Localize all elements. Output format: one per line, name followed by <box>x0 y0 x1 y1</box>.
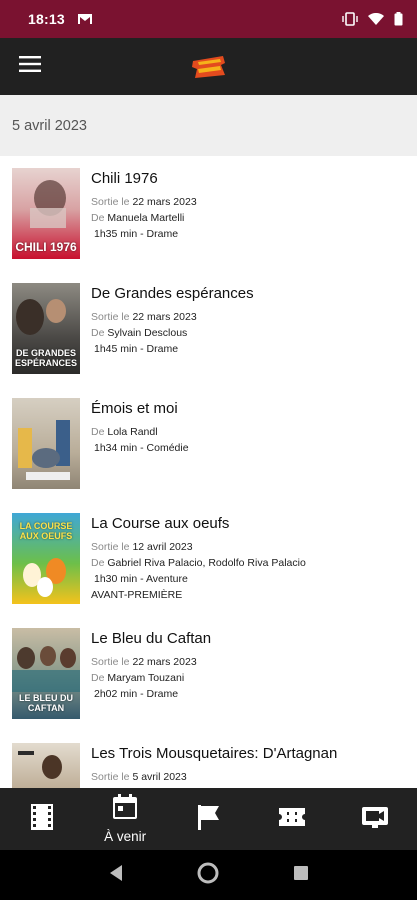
director-name: Manuela Martelli <box>107 212 185 224</box>
nav-trailers[interactable] <box>334 788 417 850</box>
director-name: Gabriel Riva Palacio, Rodolfo Riva Palac… <box>107 557 306 569</box>
director-line: De Sylvain Desclous <box>91 327 188 339</box>
status-time: 18:13 <box>28 11 65 27</box>
movie-title: De Grandes espérances <box>91 285 254 302</box>
release-date: 22 mars 2023 <box>132 656 197 668</box>
movie-item[interactable]: CHILI 1976 Chili 1976 Sortie le 22 mars … <box>0 156 417 271</box>
duration-genre: 1h35 min - Drame <box>94 228 179 240</box>
release-date: 22 mars 2023 <box>132 196 197 208</box>
movie-poster: LA COURSE AUX OEUFS <box>12 513 80 604</box>
nav-upcoming[interactable]: À venir <box>83 788 166 850</box>
system-nav-bar <box>0 850 417 900</box>
poster-text: LA COURSE AUX OEUFS <box>19 521 73 541</box>
video-icon <box>361 805 389 834</box>
recents-button[interactable] <box>281 855 321 895</box>
movie-title: La Course aux oeufs <box>91 515 230 532</box>
director-line: De Manuela Martelli <box>91 212 185 224</box>
ticket-icon <box>278 807 306 832</box>
status-bar: 18:13 <box>0 0 417 38</box>
menu-button[interactable] <box>0 38 60 95</box>
flag-icon <box>197 804 221 835</box>
movie-title: Chili 1976 <box>91 170 158 187</box>
vibrate-icon <box>342 12 358 26</box>
wifi-icon <box>368 12 384 26</box>
release-line: Sortie le 5 avril 2023 <box>91 771 187 783</box>
gmail-icon <box>77 13 93 25</box>
movie-poster: DE GRANDES ESPÉRANCES <box>12 283 80 374</box>
movie-item[interactable]: LE BLEU DU CAFTAN Le Bleu du Caftan Sort… <box>0 616 417 731</box>
director-name: Maryam Touzani <box>107 672 185 684</box>
movie-item[interactable]: LA COURSE AUX OEUFS La Course aux oeufs … <box>0 501 417 616</box>
date-header: 5 avril 2023 <box>0 95 417 156</box>
movie-poster <box>12 398 80 489</box>
battery-icon <box>394 12 403 26</box>
movie-title: Émois et moi <box>91 400 178 417</box>
app-logo <box>189 53 229 81</box>
home-button[interactable] <box>188 855 228 895</box>
movie-list[interactable]: CHILI 1976 Chili 1976 Sortie le 22 mars … <box>0 156 417 788</box>
director-name: Sylvain Desclous <box>107 327 188 339</box>
app-bar <box>0 38 417 95</box>
film-icon <box>30 803 54 836</box>
release-date: 22 mars 2023 <box>132 311 197 323</box>
home-icon <box>197 862 219 889</box>
duration-genre: 1h45 min - Drame <box>94 343 179 355</box>
back-button[interactable] <box>96 855 136 895</box>
director-line: De Gabriel Riva Palacio, Rodolfo Riva Pa… <box>91 557 306 569</box>
recents-icon <box>293 865 309 886</box>
movie-item[interactable]: DE GRANDES ESPÉRANCES De Grandes espéran… <box>0 271 417 386</box>
movie-title: Les Trois Mousquetaires: D'Artagnan <box>91 745 338 762</box>
poster-text: CHILI 1976 <box>15 240 77 254</box>
hamburger-icon <box>19 56 41 77</box>
movie-poster: LE BLEU DU CAFTAN <box>12 628 80 719</box>
poster-text: DE GRANDES ESPÉRANCES <box>14 348 77 368</box>
poster-text: LE BLEU DU CAFTAN <box>19 693 73 713</box>
calendar-icon <box>112 794 138 825</box>
duration-genre: 1h34 min - Comédie <box>94 442 189 454</box>
movie-poster <box>12 743 80 788</box>
release-line: Sortie le 22 mars 2023 <box>91 656 197 668</box>
nav-events[interactable] <box>167 788 250 850</box>
release-line: Sortie le 12 avril 2023 <box>91 541 193 553</box>
back-icon <box>108 864 124 887</box>
director-line: De Maryam Touzani <box>91 672 185 684</box>
nav-tickets[interactable] <box>250 788 333 850</box>
movie-item[interactable]: Émois et moi De Lola Randl 1h34 min - Co… <box>0 386 417 501</box>
preview-badge: AVANT-PREMIÈRE <box>91 589 183 601</box>
nav-upcoming-label: À venir <box>104 829 147 844</box>
duration-genre: 1h30 min - Aventure <box>94 573 188 585</box>
director-name: Lola Randl <box>107 426 158 438</box>
nav-films[interactable] <box>0 788 83 850</box>
movie-title: Le Bleu du Caftan <box>91 630 212 647</box>
bottom-nav: À venir <box>0 788 417 850</box>
release-line: Sortie le 22 mars 2023 <box>91 196 197 208</box>
duration-genre: 2h02 min - Drame <box>94 688 179 700</box>
release-date: 12 avril 2023 <box>132 541 193 553</box>
director-line: De Lola Randl <box>91 426 158 438</box>
movie-item[interactable]: Les Trois Mousquetaires: D'Artagnan Sort… <box>0 731 417 788</box>
movie-poster: CHILI 1976 <box>12 168 80 259</box>
release-line: Sortie le 22 mars 2023 <box>91 311 197 323</box>
release-date: 5 avril 2023 <box>132 771 187 783</box>
